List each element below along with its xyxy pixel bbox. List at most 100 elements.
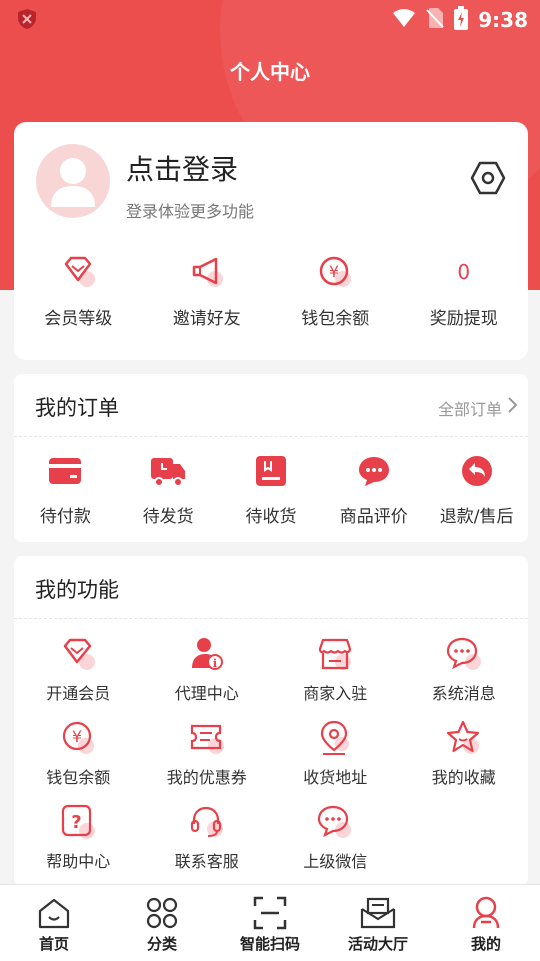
question-icon: ? xyxy=(14,804,143,840)
truck-icon xyxy=(117,454,220,488)
func-system-messages[interactable]: 系统消息 xyxy=(400,636,529,704)
tab-activity-hall[interactable]: 活动大厅 xyxy=(324,885,432,961)
stat-member-level[interactable]: 会员等级 xyxy=(14,254,143,329)
scan-icon xyxy=(216,895,324,931)
headset-icon xyxy=(143,804,272,840)
order-pending-shipment[interactable]: 待发货 xyxy=(117,454,220,527)
yen-coin-icon: ¥ xyxy=(271,254,400,290)
func-my-coupons[interactable]: 我的优惠券 xyxy=(143,720,272,788)
svg-text:i: i xyxy=(213,657,217,670)
svg-text:¥: ¥ xyxy=(329,262,339,281)
megaphone-icon xyxy=(143,254,272,290)
orders-card: 我的订单 全部订单 待付款 待发货 待收货 商品评价 退款/售后 xyxy=(14,374,528,542)
functions-header: 我的功能 xyxy=(14,556,528,619)
user-icon xyxy=(432,895,540,931)
bottom-tab-bar: 首页 分类 智能扫码 活动大厅 我的 xyxy=(0,884,540,961)
func-shipping-address[interactable]: 收货地址 xyxy=(271,720,400,788)
functions-card: 我的功能 开通会员 i 代理中心 商家入驻 系统消息 ¥ 钱包余额 我的优惠券 xyxy=(14,556,528,886)
wechat-icon xyxy=(271,804,400,840)
login-title[interactable]: 点击登录 xyxy=(126,148,238,188)
home-icon xyxy=(0,895,108,931)
func-label: 上级微信 xyxy=(303,852,368,871)
diamond-icon xyxy=(14,636,143,672)
func-label: 联系客服 xyxy=(174,852,239,871)
func-open-membership[interactable]: 开通会员 xyxy=(14,636,143,704)
func-label: 系统消息 xyxy=(431,684,496,703)
chat-bubble-icon xyxy=(322,454,425,488)
stat-label: 奖励提现 xyxy=(429,309,498,329)
user-silhouette-icon xyxy=(51,158,95,207)
package-icon xyxy=(220,454,323,488)
stat-label: 邀请好友 xyxy=(172,309,241,329)
order-label: 待付款 xyxy=(39,507,91,527)
func-label: 我的优惠券 xyxy=(166,768,247,787)
func-label: 代理中心 xyxy=(174,684,239,703)
profile-card: 点击登录 登录体验更多功能 会员等级 邀请好友 ¥ 钱包余额 0 奖励提现 xyxy=(14,122,528,360)
section-title: 我的订单 xyxy=(35,396,119,420)
store-icon xyxy=(271,636,400,672)
order-pending-receipt[interactable]: 待收货 xyxy=(220,454,323,527)
page-title: 个人中心 xyxy=(230,60,310,84)
tab-label: 分类 xyxy=(146,935,177,953)
login-subtitle: 登录体验更多功能 xyxy=(126,202,255,221)
func-my-favorites[interactable]: 我的收藏 xyxy=(400,720,529,788)
battery-icon xyxy=(454,6,469,34)
svg-text:?: ? xyxy=(72,812,82,833)
func-agent-center[interactable]: i 代理中心 xyxy=(143,636,272,704)
func-label: 收货地址 xyxy=(303,768,368,787)
chevron-right-icon[interactable] xyxy=(506,396,518,418)
coupon-icon xyxy=(143,720,272,756)
func-label: 钱包余额 xyxy=(46,768,111,787)
wifi-icon xyxy=(392,8,416,32)
stat-label: 会员等级 xyxy=(44,309,113,329)
reward-value: 0 xyxy=(457,260,471,284)
all-orders-link[interactable]: 全部订单 xyxy=(438,396,502,420)
agent-icon: i xyxy=(143,636,272,672)
card-icon xyxy=(14,454,117,488)
tab-mine[interactable]: 我的 xyxy=(432,885,540,961)
func-label: 开通会员 xyxy=(46,684,111,703)
star-icon xyxy=(400,720,529,756)
order-refund[interactable]: 退款/售后 xyxy=(425,454,528,527)
yen-coin-icon: ¥ xyxy=(14,720,143,756)
grid-icon xyxy=(108,895,216,931)
shield-icon xyxy=(16,8,38,34)
func-label: 帮助中心 xyxy=(46,852,111,871)
status-bar: 9:38 xyxy=(0,0,540,36)
svg-text:¥: ¥ xyxy=(72,727,82,746)
func-wallet-balance[interactable]: ¥ 钱包余额 xyxy=(14,720,143,788)
mail-icon xyxy=(324,895,432,931)
tab-label: 我的 xyxy=(470,935,501,953)
order-label: 待发货 xyxy=(142,507,194,527)
stat-label: 钱包余额 xyxy=(301,309,370,329)
orders-header: 我的订单 全部订单 xyxy=(14,374,528,437)
section-title: 我的功能 xyxy=(35,578,119,602)
tab-category[interactable]: 分类 xyxy=(108,885,216,961)
func-label: 我的收藏 xyxy=(431,768,496,787)
func-superior-wechat[interactable]: 上级微信 xyxy=(271,804,400,872)
tab-label: 活动大厅 xyxy=(347,935,408,953)
return-icon xyxy=(425,454,528,488)
order-review[interactable]: 商品评价 xyxy=(322,454,425,527)
tab-home[interactable]: 首页 xyxy=(0,885,108,961)
settings-icon[interactable] xyxy=(470,160,506,200)
func-merchant-join[interactable]: 商家入驻 xyxy=(271,636,400,704)
avatar[interactable] xyxy=(36,144,110,218)
stat-reward-withdraw[interactable]: 0 奖励提现 xyxy=(400,254,529,329)
tab-label: 首页 xyxy=(38,935,69,953)
order-label: 待收货 xyxy=(245,507,297,527)
order-pending-payment[interactable]: 待付款 xyxy=(14,454,117,527)
func-customer-service[interactable]: 联系客服 xyxy=(143,804,272,872)
order-label: 退款/售后 xyxy=(439,507,514,527)
tab-label: 智能扫码 xyxy=(239,935,300,953)
order-label: 商品评价 xyxy=(339,507,408,527)
stat-invite-friends[interactable]: 邀请好友 xyxy=(143,254,272,329)
message-icon xyxy=(400,636,529,672)
diamond-icon xyxy=(14,254,143,290)
stat-wallet-balance[interactable]: ¥ 钱包余额 xyxy=(271,254,400,329)
tab-smart-scan[interactable]: 智能扫码 xyxy=(216,885,324,961)
location-pin-icon xyxy=(271,720,400,756)
func-help-center[interactable]: ? 帮助中心 xyxy=(14,804,143,872)
func-label: 商家入驻 xyxy=(303,684,368,703)
status-time: 9:38 xyxy=(478,8,528,32)
